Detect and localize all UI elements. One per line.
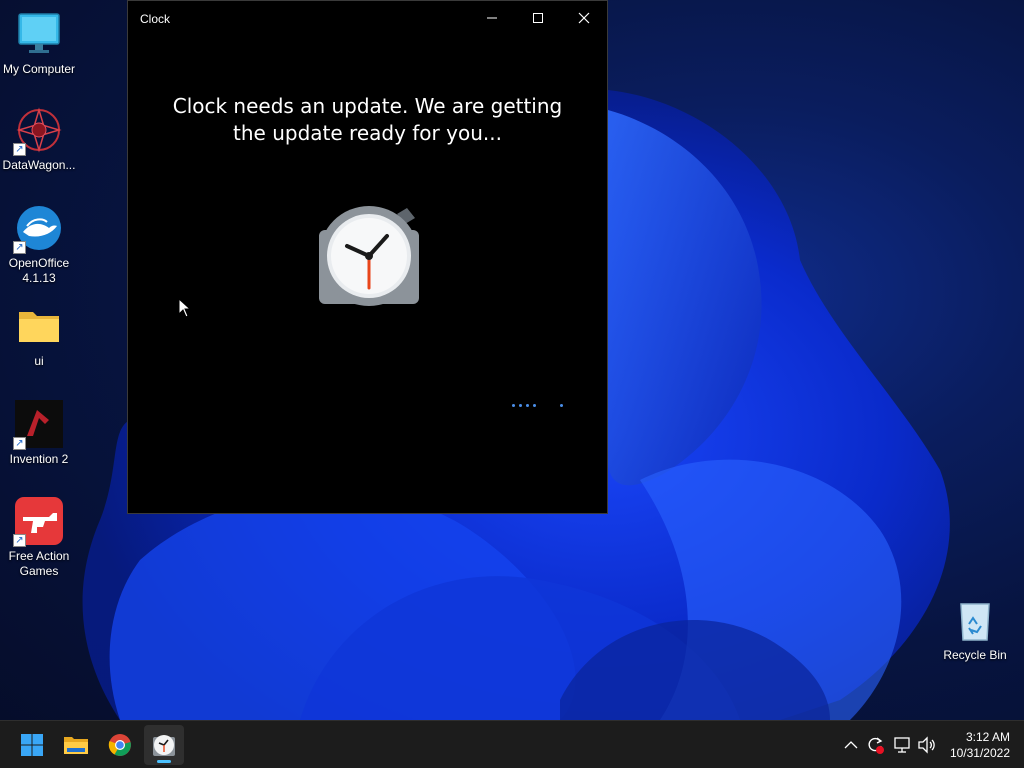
desktop-icon-my-computer[interactable]: My Computer [0,10,78,77]
start-button[interactable] [12,725,52,765]
close-button[interactable] [561,1,607,35]
shortcut-arrow-icon: ↗ [13,534,26,547]
monitor-icon [15,10,63,58]
desktop-icon-label: Invention 2 [9,452,69,466]
volume-icon [918,736,935,754]
desktop-icon-label: DataWagon... [2,158,76,172]
desktop-icon-free-action-games[interactable]: ↗ Free Action Games [0,497,78,579]
minimize-icon [487,17,497,19]
desktop-icon-ui-folder[interactable]: ui [0,302,78,369]
taskbar-date: 10/31/2022 [949,746,1010,760]
sync-icon [868,737,884,754]
chevron-up-icon [844,741,858,749]
recycle-bin-icon [951,596,999,644]
datawagon-icon: ↗ [13,106,63,156]
folder-icon [15,302,63,350]
tray-sync-button[interactable] [865,735,885,755]
desktop-icon-recycle-bin[interactable]: Recycle Bin [936,596,1014,663]
desktop-icon-label-line1: OpenOffice [8,256,70,270]
taskbar-clock[interactable] [144,725,184,765]
update-message-line1: Clock needs an update. We are getting [172,94,563,118]
clock-app-window[interactable]: Clock Clock needs an update. We are gett… [127,0,608,514]
tray-network-button[interactable] [892,735,912,755]
minimize-button[interactable] [469,1,515,35]
taskbar-file-explorer[interactable] [56,725,96,765]
desktop-icon-label-line1: Free Action [8,549,70,563]
desktop-icon-invention-2[interactable]: ↗ Invention 2 [0,400,78,467]
shortcut-arrow-icon: ↗ [13,241,26,254]
desktop-icon-openoffice[interactable]: ↗ OpenOffice 4.1.13 [0,204,78,286]
file-explorer-icon [64,737,88,754]
chrome-icon [108,734,131,756]
window-title: Clock [140,12,171,26]
desktop-icon-label-line2: Games [19,564,59,578]
desktop-icon-label-line2: 4.1.13 [22,271,56,285]
desktop-icon-label: ui [34,354,44,368]
loading-indicator [512,404,572,410]
taskbar-time: 3:12 AM [965,730,1010,744]
clock-icon [153,735,175,756]
invention-icon: ↗ [13,400,63,450]
desktop-icon-label: My Computer [2,62,76,76]
update-message-line2: the update ready for you... [233,121,502,145]
free-action-games-icon: ↗ [13,497,63,547]
taskbar-clock-datetime[interactable]: 3:12 AM 10/31/2022 [950,729,1010,761]
mouse-cursor-icon [178,298,192,318]
shortcut-arrow-icon: ↗ [13,143,26,156]
shortcut-arrow-icon: ↗ [13,437,26,450]
update-message: Clock needs an update. We are getting th… [128,93,607,147]
maximize-button[interactable] [515,1,561,35]
tray-volume-button[interactable] [917,735,937,755]
maximize-icon [533,13,543,23]
openoffice-icon: ↗ [13,204,63,254]
window-titlebar[interactable]: Clock [128,1,607,35]
taskbar-chrome[interactable] [100,725,140,765]
alarm-clock-icon [319,206,419,306]
taskbar: 3:12 AM 10/31/2022 [0,720,1024,768]
windows-start-icon [21,734,43,756]
desktop-icon-label: Recycle Bin [943,648,1007,662]
close-icon [578,12,590,24]
desktop-icon-datawagon[interactable]: ↗ DataWagon... [0,106,78,173]
show-hidden-icons-button[interactable] [841,735,861,755]
network-icon [894,737,910,753]
